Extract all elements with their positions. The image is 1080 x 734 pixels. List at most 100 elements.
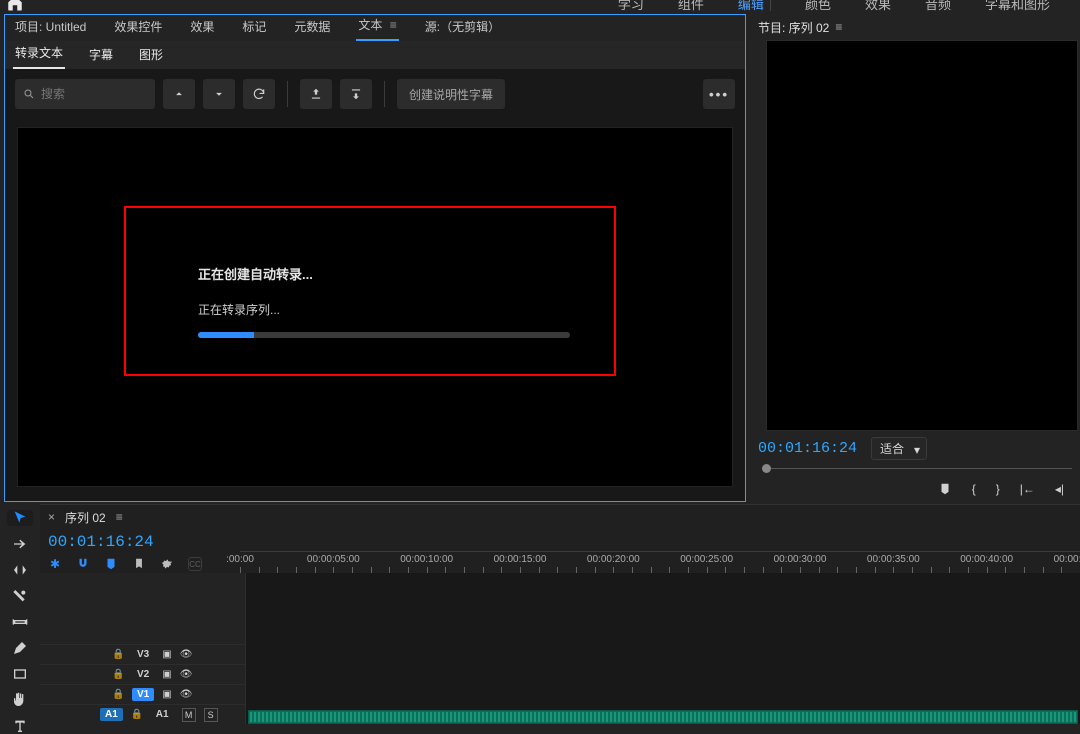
eye-icon[interactable]: 👁 <box>180 689 193 700</box>
settings-icon[interactable] <box>160 557 174 571</box>
audio-clip[interactable] <box>248 710 1078 724</box>
workspace-nav: 学习 组件 编辑 颜色 效果 音频 字幕和图形 <box>618 0 1074 13</box>
lock-icon[interactable]: 🔒 <box>112 669 124 680</box>
hand-tool[interactable] <box>7 692 33 708</box>
refresh-button[interactable] <box>243 79 275 109</box>
merge-up-button[interactable] <box>300 79 332 109</box>
text-subtab-bar: 转录文本 字幕 图形 <box>5 41 745 69</box>
ruler-label: 00:00:30:00 <box>774 554 827 565</box>
transcribe-progress: 正在创建自动转录... 正在转录序列... <box>198 264 570 338</box>
panel-menu-icon[interactable]: ≡ <box>390 18 397 32</box>
ruler-label: 00:00:40:00 <box>960 554 1013 565</box>
track-label[interactable]: V1 <box>132 688 154 701</box>
magnet-icon[interactable] <box>76 557 90 571</box>
track-header-v1[interactable]: 🔒 V1 ▣ 👁 <box>40 684 245 704</box>
next-result-button[interactable] <box>203 79 235 109</box>
nav-components[interactable]: 组件 <box>678 0 704 13</box>
tab-program[interactable]: 节目: 序列 02 <box>758 19 829 36</box>
snap-toggle-icon[interactable]: ✱ <box>48 557 62 571</box>
slip-tool[interactable] <box>7 614 33 630</box>
program-view[interactable] <box>766 40 1078 431</box>
chevron-down-icon: ▾ <box>914 443 920 457</box>
create-captions-button[interactable]: 创建说明性字幕 <box>397 79 505 109</box>
text-panel: 项目: Untitled 效果控件 效果 标记 元数据 文本 ≡ 源:（无剪辑）… <box>4 14 746 502</box>
timeline-header-left: 00:01:16:24 ✱ CC <box>40 529 240 573</box>
eye-icon[interactable]: 👁 <box>180 669 193 680</box>
nav-effects[interactable]: 效果 <box>865 0 891 13</box>
marker-toggle-icon[interactable] <box>132 557 146 571</box>
pen-tool[interactable] <box>7 640 33 656</box>
mark-out-icon[interactable]: } <box>996 482 1000 496</box>
ruler-label: 00:00:25:00 <box>680 554 733 565</box>
more-options-button[interactable]: ••• <box>703 79 735 109</box>
panel-menu-icon[interactable]: ≡ <box>835 20 842 34</box>
mute-toggle[interactable]: M <box>182 708 196 722</box>
nav-color[interactable]: 颜色 <box>805 0 831 13</box>
tab-project[interactable]: 项目: Untitled <box>13 14 88 41</box>
tool-rail <box>0 504 40 724</box>
toggle-output-icon[interactable]: ▣ <box>162 689 171 700</box>
eye-icon[interactable]: 👁 <box>180 649 193 660</box>
close-sequence-icon[interactable]: × <box>48 510 55 524</box>
tab-markers[interactable]: 标记 <box>240 14 268 41</box>
program-monitor-panel: 节目: 序列 02 ≡ 00:01:16:24 适合 ▾ { } |← ◂| <box>750 14 1078 502</box>
linked-selection-icon[interactable] <box>104 557 118 571</box>
track-header-v3[interactable]: 🔒 V3 ▣ 👁 <box>40 644 245 664</box>
subtab-graphics[interactable]: 图形 <box>137 42 165 69</box>
track-header-v2[interactable]: 🔒 V2 ▣ 👁 <box>40 664 245 684</box>
tab-text[interactable]: 文本 ≡ <box>356 12 398 41</box>
selection-tool[interactable] <box>7 510 33 526</box>
timeline-ruler-area[interactable]: :00:0000:00:05:0000:00:10:0000:00:15:000… <box>240 529 1080 573</box>
track-label[interactable]: A1 <box>151 708 174 721</box>
zoom-handle[interactable] <box>762 464 771 473</box>
lock-icon[interactable]: 🔒 <box>112 689 124 700</box>
zoom-fit-select[interactable]: 适合 ▾ <box>871 437 927 460</box>
timeline-panel: × 序列 02 ≡ 00:01:16:24 ✱ CC :00:0000:00:0… <box>40 504 1080 724</box>
go-to-in-icon[interactable]: |← <box>1020 482 1035 496</box>
toggle-output-icon[interactable]: ▣ <box>162 669 171 680</box>
razor-tool[interactable] <box>7 588 33 604</box>
solo-toggle[interactable]: S <box>204 708 218 722</box>
tab-effect-controls[interactable]: 效果控件 <box>112 14 164 41</box>
nav-learning[interactable]: 学习 <box>618 0 644 13</box>
merge-down-button[interactable] <box>340 79 372 109</box>
sequence-tab[interactable]: 序列 02 <box>65 509 106 526</box>
track-header-a1[interactable]: A1 🔒 A1 M S <box>40 704 245 724</box>
lock-icon[interactable]: 🔒 <box>112 649 124 660</box>
subtab-captions[interactable]: 字幕 <box>87 42 115 69</box>
ruler-label: 00:00:35:00 <box>867 554 920 565</box>
track-select-tool[interactable] <box>7 536 33 552</box>
type-tool[interactable] <box>7 718 33 734</box>
tracks-area[interactable] <box>245 573 1080 724</box>
step-back-icon[interactable]: ◂| <box>1055 482 1064 496</box>
time-ruler[interactable]: :00:0000:00:05:0000:00:10:0000:00:15:000… <box>240 551 1080 573</box>
nav-audio[interactable]: 音频 <box>925 0 951 13</box>
rectangle-tool[interactable] <box>7 666 33 682</box>
app-top-bar: 学习 组件 编辑 颜色 效果 音频 字幕和图形 <box>0 0 1080 8</box>
add-marker-icon[interactable] <box>938 482 952 496</box>
home-icon[interactable] <box>6 0 24 12</box>
waveform <box>250 712 1076 722</box>
nav-captions-graphics[interactable]: 字幕和图形 <box>985 0 1050 13</box>
program-zoom-slider[interactable] <box>756 462 1078 476</box>
mark-in-icon[interactable]: { <box>972 482 976 496</box>
timeline-timecode[interactable]: 00:01:16:24 <box>48 533 232 551</box>
tab-metadata[interactable]: 元数据 <box>292 14 332 41</box>
track-label[interactable]: V2 <box>132 668 154 681</box>
program-controls: 00:01:16:24 适合 ▾ <box>750 431 1078 462</box>
track-label[interactable]: V3 <box>132 648 154 661</box>
toggle-output-icon[interactable]: ▣ <box>162 649 171 660</box>
nav-editing[interactable]: 编辑 <box>738 0 771 13</box>
transcript-canvas: 正在创建自动转录... 正在转录序列... <box>17 127 733 487</box>
search-input[interactable] <box>41 87 147 101</box>
program-timecode[interactable]: 00:01:16:24 <box>758 440 857 457</box>
subtab-transcript[interactable]: 转录文本 <box>13 40 65 69</box>
ripple-edit-tool[interactable] <box>7 562 33 578</box>
panel-menu-icon[interactable]: ≡ <box>116 510 123 524</box>
prev-result-button[interactable] <box>163 79 195 109</box>
tab-effects[interactable]: 效果 <box>188 14 216 41</box>
source-patch-a1[interactable]: A1 <box>100 708 123 721</box>
tab-source[interactable]: 源:（无剪辑） <box>423 14 502 41</box>
lock-icon[interactable]: 🔒 <box>131 709 143 720</box>
cc-toggle-icon[interactable]: CC <box>188 557 202 571</box>
